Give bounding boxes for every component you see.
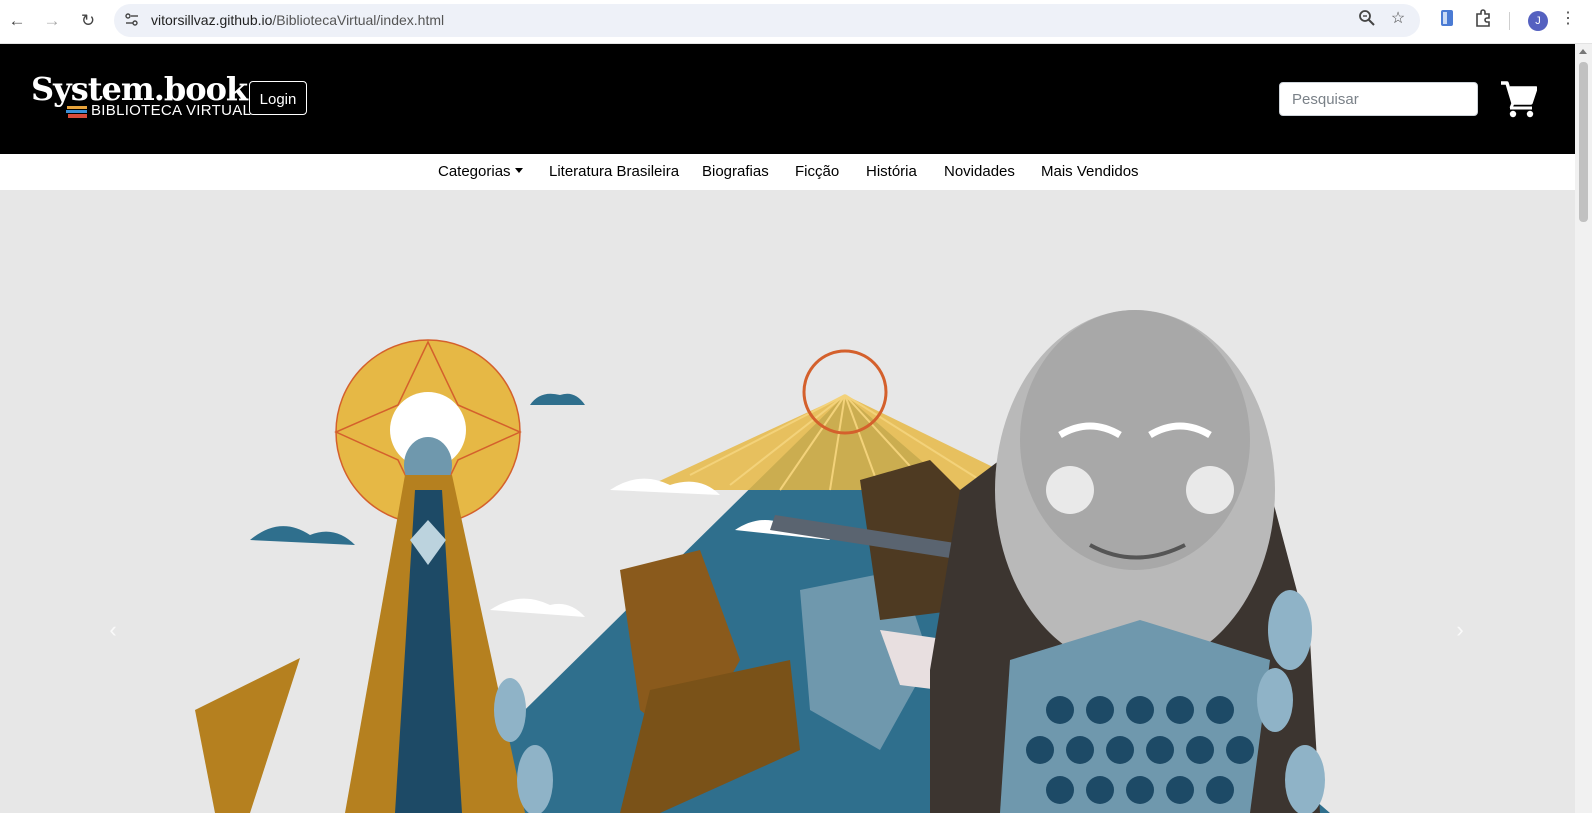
nav-historia[interactable]: História <box>866 163 917 180</box>
puzzle-icon[interactable] <box>1473 9 1493 29</box>
toolbar-separator <box>1509 12 1510 30</box>
cart-icon[interactable] <box>1499 78 1537 118</box>
carousel-prev-button[interactable]: ‹ <box>98 615 128 645</box>
hero-illustration <box>195 310 1330 813</box>
books-icon <box>66 106 87 118</box>
browser-toolbar: ← → ↻ vitorsillvaz.github.io/BibliotecaV… <box>0 0 1592 44</box>
search-input[interactable] <box>1279 82 1478 116</box>
scroll-up-icon[interactable] <box>1579 49 1587 54</box>
nav-ficcao[interactable]: Ficção <box>795 163 839 180</box>
nav-biografias[interactable]: Biografias <box>702 163 769 180</box>
nav-categorias-label: Categorias <box>438 163 511 180</box>
url-text: vitorsillvaz.github.io/BibliotecaVirtual… <box>151 12 444 28</box>
url-path: /BibliotecaVirtual/index.html <box>272 12 445 28</box>
chevron-left-icon: ‹ <box>109 617 117 642</box>
zoom-icon[interactable] <box>1357 9 1377 29</box>
scrollbar-thumb[interactable] <box>1579 62 1588 222</box>
menu-dots-icon[interactable]: ⋮ <box>1558 9 1578 29</box>
extension-icon[interactable] <box>1437 9 1457 29</box>
page-scrollbar[interactable] <box>1575 44 1592 813</box>
profile-avatar[interactable]: J <box>1528 11 1548 31</box>
logo-subtitle: BIBLIOTECA VIRTUAL <box>91 102 252 119</box>
address-bar[interactable]: vitorsillvaz.github.io/BibliotecaVirtual… <box>114 4 1420 37</box>
carousel-next-button[interactable]: › <box>1445 615 1475 645</box>
logo-title[interactable]: System.book <box>31 72 248 106</box>
url-host: vitorsillvaz.github.io <box>151 12 273 28</box>
reload-icon[interactable]: ↻ <box>76 9 100 33</box>
forward-arrow-icon[interactable]: → <box>40 9 64 33</box>
nav-novidades[interactable]: Novidades <box>944 163 1015 180</box>
nav-categorias-dropdown[interactable]: Categorias <box>438 163 523 180</box>
hero-carousel: ‹ › <box>0 190 1575 813</box>
site-info-icon[interactable] <box>124 12 140 28</box>
caret-down-icon <box>514 168 523 173</box>
login-button[interactable]: Login <box>249 81 307 115</box>
bookmark-star-icon[interactable]: ☆ <box>1388 9 1408 29</box>
category-nav: Categorias Literatura Brasileira Biograf… <box>0 154 1575 190</box>
site-header: System.book BIBLIOTECA VIRTUAL Login <box>0 44 1575 154</box>
chevron-right-icon: › <box>1456 617 1464 642</box>
nav-literatura-brasileira[interactable]: Literatura Brasileira <box>549 163 679 180</box>
back-arrow-icon[interactable]: ← <box>5 9 29 33</box>
nav-mais-vendidos[interactable]: Mais Vendidos <box>1041 163 1139 180</box>
